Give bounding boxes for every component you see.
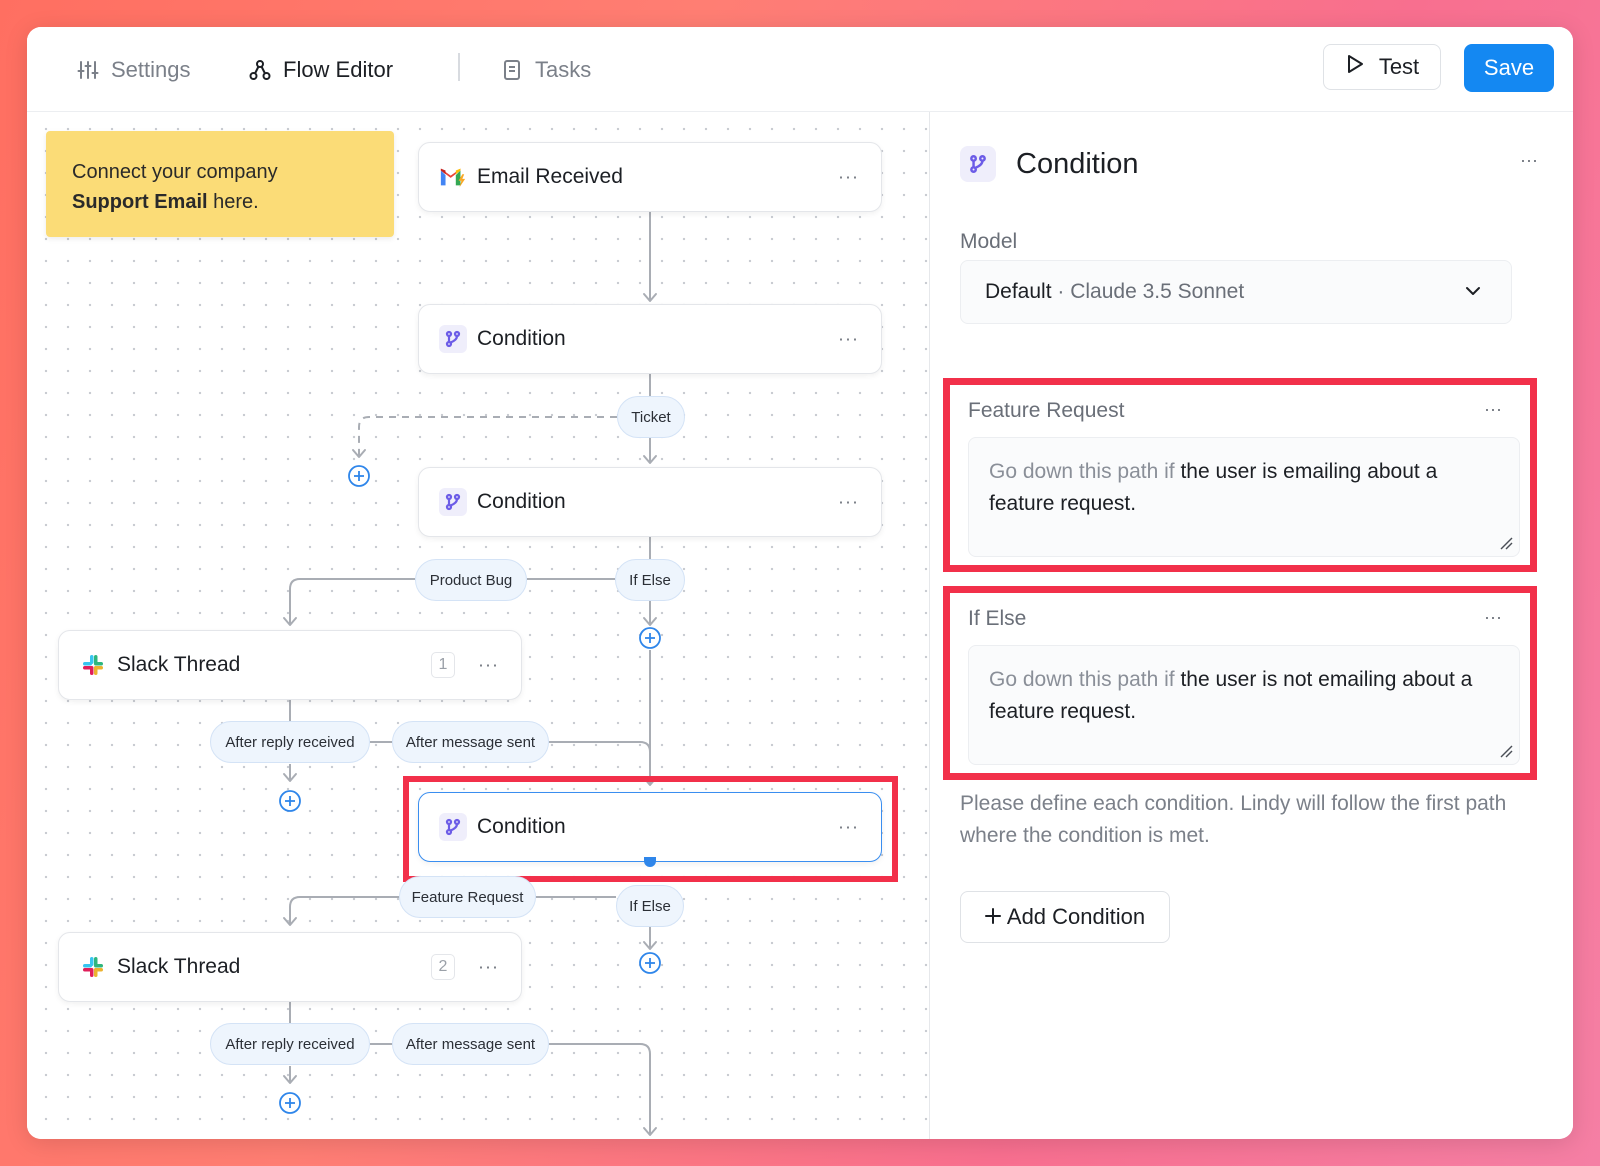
node-menu-button[interactable]: ··· [478,655,499,676]
add-step-icon[interactable] [348,465,370,487]
tab-settings-label: Settings [111,57,191,82]
slack-icon [79,651,107,679]
path-pill-if-else-2[interactable]: If Else [616,885,684,927]
sliders-icon [77,59,99,81]
model-select[interactable]: Default · Claude 3.5 Sonnet [960,260,1512,324]
path-pill-after-reply[interactable]: After reply received [210,1023,370,1065]
node-title: Condition [477,490,566,513]
document-icon [501,59,523,81]
branch-icon [960,146,996,182]
node-title: Condition [477,815,566,838]
add-step-icon[interactable] [639,627,661,649]
help-text: Please define each condition. Lindy will… [960,792,1507,847]
condition-panel: Condition ··· Model Default · Claude 3.5… [929,112,1573,1139]
node-title: Condition [477,327,566,350]
resize-grip-icon[interactable] [1499,536,1513,550]
path-pill-after-sent[interactable]: After message sent [392,1023,549,1065]
plus-icon [984,904,1001,930]
path-pill-product-bug[interactable]: Product Bug [415,559,527,601]
node-title: Slack Thread [117,653,241,676]
condition-card-feature-request: Feature Request ··· Go down this path if… [943,378,1537,572]
tab-divider [458,53,460,81]
condition-menu-button[interactable]: ··· [1484,607,1502,628]
sticky-note[interactable]: Connect your company Support Email here. [46,131,394,237]
path-pill-if-else[interactable]: If Else [615,559,685,601]
resize-grip-icon[interactable] [1499,744,1513,758]
condition-card-if-else: If Else ··· Go down this path if the use… [943,586,1537,780]
tab-tasks-label: Tasks [535,57,592,82]
node-condition-1[interactable]: Condition ··· [418,304,882,374]
node-title: Slack Thread [117,955,241,978]
panel-menu-button[interactable]: ··· [1520,150,1538,171]
app-window: Settings Flow Editor Tasks Test Save Con… [27,27,1573,1139]
gmail-icon [439,163,467,191]
condition-prefix: Go down this path if [989,460,1175,483]
node-condition-3[interactable]: Condition ··· [418,792,882,862]
path-pill-feature-request[interactable]: Feature Request [399,876,536,918]
branch-icon [439,813,467,841]
tab-flow-editor-label: Flow Editor [283,57,394,82]
node-condition-2[interactable]: Condition ··· [418,467,882,537]
test-button-label: Test [1378,54,1420,79]
branch-icon [439,488,467,516]
condition-title: If Else [968,607,1027,630]
model-separator: · [1051,280,1071,303]
save-button[interactable]: Save [1464,44,1554,92]
condition-prefix: Go down this path if [989,668,1175,691]
note-bold: Support Email [72,191,208,213]
condition-textarea[interactable]: Go down this path if the user is emailin… [968,437,1520,557]
branch-icon [439,325,467,353]
test-button[interactable]: Test [1323,44,1441,90]
node-count-badge: 1 [431,652,455,678]
add-step-icon[interactable] [639,952,661,974]
node-email-received[interactable]: Email Received ··· [418,142,882,212]
path-pill-ticket[interactable]: Ticket [617,396,685,438]
node-slack-thread-1[interactable]: Slack Thread 1 ··· [58,630,522,700]
note-tail: here. [207,191,259,213]
model-default: Default [985,280,1052,303]
node-menu-button[interactable]: ··· [838,329,859,350]
flow-canvas[interactable]: Connect your company Support Email here.… [27,112,929,1139]
model-select-value: Default · Claude 3.5 Sonnet [985,280,1244,304]
node-menu-button[interactable]: ··· [838,167,859,188]
add-step-icon[interactable] [279,790,301,812]
path-pill-after-sent[interactable]: After message sent [392,721,549,763]
node-slack-thread-2[interactable]: Slack Thread 2 ··· [58,932,522,1002]
node-count-badge: 2 [431,954,455,980]
play-icon [1345,53,1365,81]
model-label: Model [960,230,1018,253]
panel-title: Condition [1016,148,1139,180]
node-title: Email Received [477,165,623,188]
node-menu-button[interactable]: ··· [838,817,859,838]
condition-textarea[interactable]: Go down this path if the user is not ema… [968,645,1520,765]
model-name: Claude 3.5 Sonnet [1070,280,1245,303]
chevron-down-icon [1465,283,1481,301]
add-condition-label: Add Condition [1006,904,1146,929]
slack-icon [79,953,107,981]
note-line: Connect your company [72,161,278,183]
path-pill-after-reply[interactable]: After reply received [210,721,370,763]
condition-title: Feature Request [968,399,1125,422]
add-condition-button[interactable]: Add Condition [960,891,1170,943]
flow-nodes-icon [249,59,271,81]
top-bar: Settings Flow Editor Tasks Test Save [27,27,1573,112]
tab-settings[interactable]: Settings [77,55,191,85]
node-menu-button[interactable]: ··· [838,492,859,513]
tab-flow-editor[interactable]: Flow Editor [249,55,393,85]
node-menu-button[interactable]: ··· [478,957,499,978]
add-step-icon[interactable] [279,1092,301,1114]
tab-tasks[interactable]: Tasks [501,55,591,85]
condition-menu-button[interactable]: ··· [1484,399,1502,420]
